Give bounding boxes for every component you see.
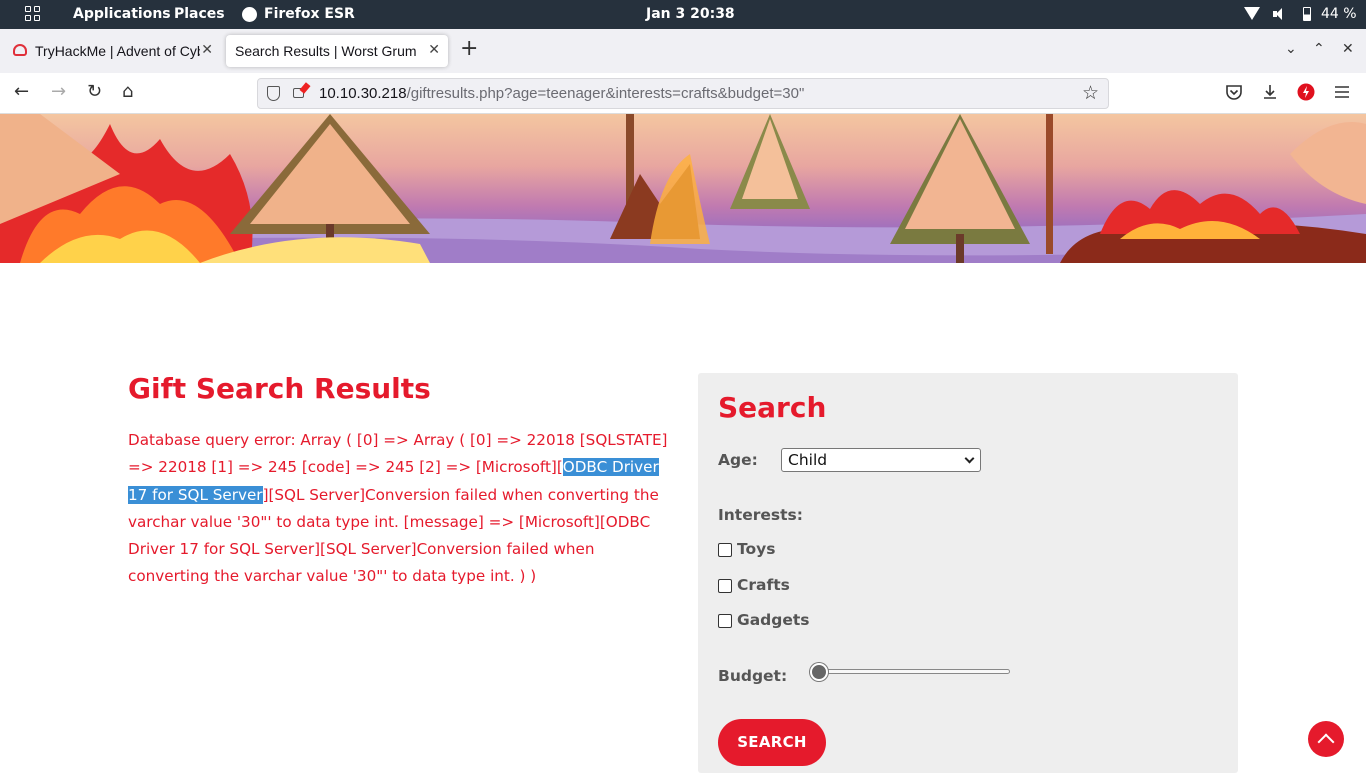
- firefox-icon: [242, 7, 257, 22]
- home-icon[interactable]: ⌂: [122, 82, 133, 102]
- insecure-lock-icon[interactable]: [293, 88, 304, 98]
- toys-checkbox[interactable]: [718, 543, 732, 557]
- forest-fire-banner: [0, 114, 1366, 263]
- tryhackme-favicon-icon: [13, 44, 27, 56]
- hamburger-menu-icon[interactable]: [1333, 83, 1351, 101]
- chevron-down-icon: [964, 453, 975, 464]
- tab-tryhackme[interactable]: TryHackMe | Advent of Cyber ✕: [3, 35, 221, 67]
- app-grid-icon[interactable]: [25, 6, 41, 22]
- age-select[interactable]: Child: [781, 448, 981, 472]
- new-tab-plus-icon[interactable]: +: [460, 38, 478, 60]
- tracking-shield-icon[interactable]: [267, 86, 280, 101]
- crafts-label[interactable]: Crafts: [737, 576, 790, 594]
- applications-menu[interactable]: Applications: [73, 6, 171, 22]
- wifi-icon: [1244, 7, 1260, 20]
- close-tab-icon[interactable]: ✕: [428, 41, 440, 58]
- system-top-bar: Applications Places Firefox ESR Jan 3 20…: [0, 0, 1366, 29]
- back-arrow-icon[interactable]: ←: [14, 82, 29, 102]
- budget-label: Budget:: [718, 667, 788, 685]
- tab-search-results[interactable]: Search Results | Worst Grumpy ✕: [226, 35, 448, 67]
- system-tray[interactable]: 44 %: [1236, 0, 1366, 29]
- list-all-tabs-chevron-icon[interactable]: ⌄: [1285, 41, 1297, 57]
- database-error-message: Database query error: Array ( [0] => Arr…: [128, 427, 668, 591]
- volume-icon: [1273, 8, 1286, 21]
- age-label: Age:: [718, 451, 758, 469]
- extension-icon[interactable]: [1297, 83, 1315, 101]
- interests-label: Interests:: [718, 506, 803, 524]
- budget-slider-thumb[interactable]: [810, 663, 828, 681]
- search-panel: Search Age: Child Interests: Toys Crafts…: [698, 373, 1238, 773]
- crafts-checkbox[interactable]: [718, 579, 732, 593]
- page-title: Gift Search Results: [128, 372, 431, 405]
- close-tab-icon[interactable]: ✕: [201, 41, 213, 58]
- banner-illustration: [0, 114, 1366, 263]
- url-bar[interactable]: 10.10.30.218/giftresults.php?age=teenage…: [257, 78, 1109, 109]
- forward-arrow-icon[interactable]: →: [51, 82, 66, 102]
- navigation-toolbar: ← → ↻ ⌂ 10.10.30.218/giftresults.php?age…: [0, 73, 1366, 114]
- bookmark-star-icon[interactable]: ☆: [1082, 82, 1099, 104]
- maximize-chevron-up-icon[interactable]: ⌃: [1313, 41, 1325, 57]
- downloads-icon[interactable]: [1261, 83, 1279, 101]
- battery-icon: [1303, 7, 1311, 21]
- gadgets-label[interactable]: Gadgets: [737, 611, 810, 629]
- search-button[interactable]: SEARCH: [718, 719, 826, 766]
- active-app-label[interactable]: Firefox ESR: [264, 6, 355, 22]
- places-menu[interactable]: Places: [174, 6, 225, 22]
- tab-strip: TryHackMe | Advent of Cyber ✕ Search Res…: [0, 29, 1366, 73]
- tab-title: TryHackMe | Advent of Cyber: [35, 43, 200, 59]
- gadgets-checkbox[interactable]: [718, 614, 732, 628]
- age-selected-value: Child: [788, 451, 828, 469]
- url-host: 10.10.30.218: [319, 85, 407, 102]
- search-heading: Search: [718, 391, 827, 424]
- budget-slider-track[interactable]: [814, 669, 1010, 674]
- pocket-icon[interactable]: [1225, 83, 1243, 101]
- toys-label[interactable]: Toys: [737, 540, 776, 558]
- scroll-to-top-button[interactable]: [1308, 721, 1344, 757]
- url-path: /giftresults.php?age=teenager&interests=…: [406, 85, 805, 102]
- tab-title: Search Results | Worst Grumpy: [235, 43, 417, 59]
- url-text[interactable]: 10.10.30.218/giftresults.php?age=teenage…: [319, 85, 804, 102]
- reload-icon[interactable]: ↻: [87, 82, 102, 102]
- battery-percent: 44 %: [1321, 6, 1357, 22]
- close-window-icon[interactable]: ✕: [1342, 41, 1354, 57]
- clock[interactable]: Jan 3 20:38: [646, 6, 735, 22]
